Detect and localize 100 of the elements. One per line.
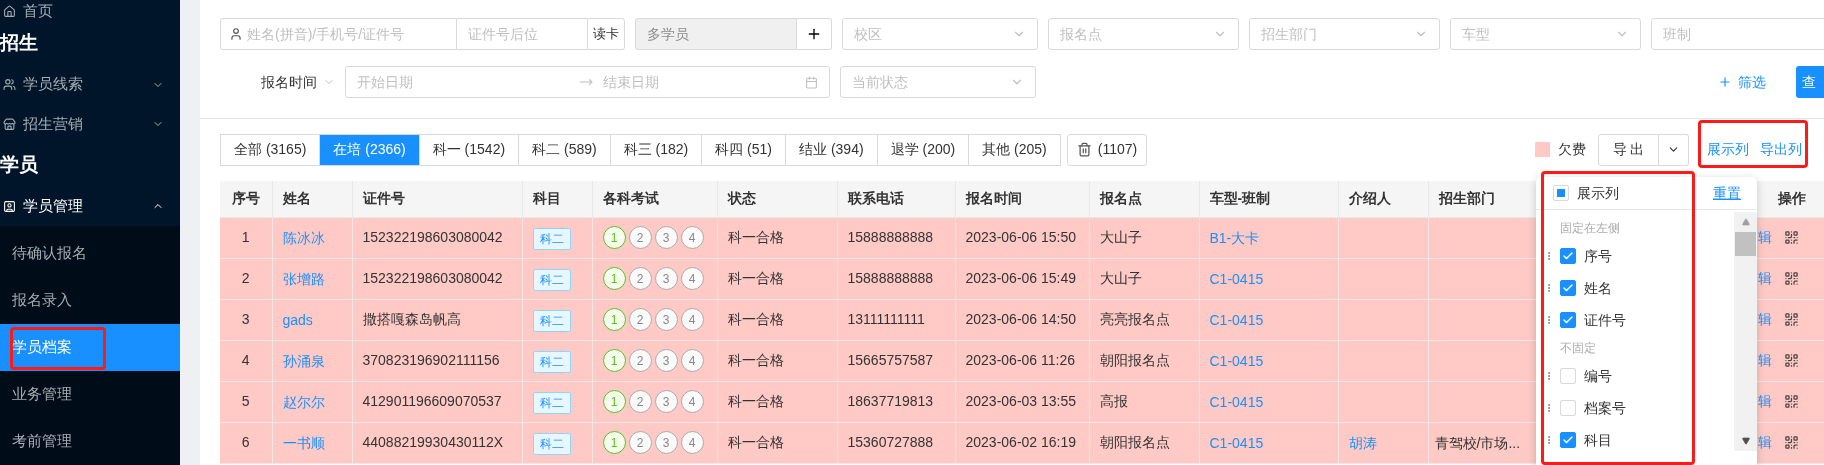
subject-tag: 科二 (532, 432, 571, 455)
table-cell: 6 (220, 422, 272, 463)
status-tab[interactable]: 科四 (51) (701, 133, 787, 166)
column-settings-link[interactable]: 展示列 (1707, 139, 1749, 160)
qr-code-icon[interactable] (1783, 271, 1799, 286)
id-suffix-field[interactable]: 证件号后位 (457, 18, 587, 50)
column-option-label: 序号 (1584, 246, 1612, 266)
query-button[interactable]: 查 (1796, 66, 1824, 98)
select-field[interactable]: 班制 (1651, 18, 1824, 50)
table-cell: 2023-06-06 14:50 (955, 299, 1089, 340)
trash-tab[interactable]: (1107) (1066, 133, 1148, 166)
edit-link[interactable]: 辑 (1757, 350, 1772, 371)
column-header: 状态 (717, 181, 837, 217)
sidebar-menu-item[interactable]: 首页 (0, 0, 180, 23)
status-tab[interactable]: 全部 (3165) (220, 133, 321, 166)
sidebar-submenu-item[interactable]: 报名录入 (0, 277, 180, 324)
status-tab[interactable]: 其他 (205) (968, 133, 1061, 166)
edit-link[interactable]: 辑 (1757, 309, 1772, 330)
select-all-checkbox[interactable] (1553, 185, 1569, 201)
table-cell: 2023-06-06 15:50 (955, 217, 1089, 258)
export-button[interactable]: 导 出 (1598, 133, 1659, 166)
scrollbar[interactable] (1734, 212, 1757, 451)
sidebar-submenu-item[interactable]: 待确认报名 (0, 230, 180, 277)
check-icon (1562, 250, 1574, 262)
table-cell: 2023-06-03 13:55 (955, 381, 1089, 422)
checkbox[interactable] (1560, 248, 1576, 264)
table-cell: 2023-06-06 11:26 (955, 340, 1089, 381)
scroll-down-icon[interactable] (1740, 437, 1751, 445)
class-link[interactable]: C1-0415 (1209, 434, 1264, 451)
name-search-field[interactable]: 姓名(拼音)/手机号/证件号 (220, 18, 457, 50)
sidebar-submenu-item[interactable]: 考前管理 (0, 418, 180, 465)
qr-code-icon[interactable] (1783, 230, 1799, 245)
edit-link[interactable]: 辑 (1757, 227, 1772, 248)
qr-code-icon[interactable] (1783, 435, 1799, 450)
class-link[interactable]: C1-0415 (1209, 393, 1264, 410)
status-tab[interactable]: 科三 (182) (609, 133, 703, 166)
edit-link[interactable]: 辑 (1757, 391, 1772, 412)
student-name-link[interactable]: 陈冰冰 (282, 229, 325, 246)
plus-icon (1718, 75, 1732, 89)
edit-link[interactable]: 辑 (1757, 268, 1772, 289)
table-cell: 370823196902111156 (352, 340, 522, 381)
status-tab[interactable]: 结业 (394) (785, 133, 878, 166)
status-tab[interactable]: 科一 (1542) (418, 133, 520, 166)
class-link[interactable]: B1-大卡 (1209, 229, 1260, 246)
sidebar-menu-item[interactable]: 招生营销 (0, 104, 180, 145)
column-header: 报名点 (1089, 181, 1199, 217)
checkbox[interactable] (1560, 280, 1576, 296)
select-field[interactable]: 当前状态 (840, 66, 1036, 98)
sidebar-submenu-item[interactable]: 业务管理 (0, 371, 180, 418)
checkbox[interactable] (1560, 312, 1576, 328)
table-cell: 18637719813 (837, 381, 955, 422)
column-header: 姓名 (272, 181, 352, 217)
column-header: 各科考试 (592, 181, 717, 217)
status-tab[interactable]: 在培 (2366) (319, 133, 420, 166)
table-cell: 4 (220, 340, 272, 381)
table-cell: 15360727888 (837, 422, 955, 463)
status-tab[interactable]: 退学 (200) (876, 133, 970, 166)
read-card-button[interactable]: 读卡 (587, 18, 625, 50)
scroll-thumb[interactable] (1735, 232, 1756, 256)
sidebar-menu-item[interactable]: 学员管理 (0, 186, 180, 226)
add-button[interactable] (797, 18, 832, 50)
class-link[interactable]: C1-0415 (1209, 311, 1264, 328)
legend-swatch (1535, 142, 1550, 157)
scroll-up-icon[interactable] (1740, 218, 1751, 226)
student-name-link[interactable]: 孙涌泉 (282, 352, 325, 369)
table-cell: 2023-06-02 16:19 (955, 422, 1089, 463)
column-header: 序号 (220, 181, 272, 217)
column-option-label: 编号 (1584, 366, 1612, 386)
student-name-link[interactable]: 赵尔尔 (282, 393, 325, 410)
table-cell: 科一合格 (717, 258, 837, 299)
select-field[interactable]: 车型 (1450, 18, 1641, 50)
table-cell: 2 (220, 258, 272, 299)
class-link[interactable]: C1-0415 (1209, 352, 1264, 369)
reset-link[interactable]: 重置 (1713, 182, 1741, 204)
table-cell: 152322198603080042 (352, 217, 522, 258)
select-field[interactable]: 招生部门 (1249, 18, 1440, 50)
table-cell: 亮亮报名点 (1089, 299, 1199, 340)
table-cell: 青驾校/市场... (1434, 434, 1521, 451)
date-range-field[interactable]: 开始日期 结束日期 (345, 66, 830, 98)
qr-code-icon[interactable] (1783, 394, 1799, 409)
column-settings-link[interactable]: 导出列 (1760, 139, 1802, 160)
sidebar-menu-item[interactable]: 学员线索 (0, 64, 180, 105)
student-name-link[interactable]: 张增路 (282, 270, 325, 287)
student-name-link[interactable]: 一书顺 (282, 434, 325, 451)
menu-icon (3, 78, 16, 91)
date-type-dropdown[interactable]: 报名时间 (220, 66, 335, 98)
select-field[interactable]: 校区 (842, 18, 1038, 50)
student-name-link[interactable]: gads (282, 311, 313, 328)
qr-code-icon[interactable] (1783, 312, 1799, 327)
qr-code-icon[interactable] (1783, 353, 1799, 368)
table-cell: 大山子 (1089, 258, 1199, 299)
referrer-link[interactable]: 胡涛 (1348, 434, 1377, 451)
filter-link[interactable]: 筛选 (1718, 71, 1766, 93)
checkbox[interactable] (1560, 432, 1576, 448)
select-field[interactable]: 报名点 (1048, 18, 1239, 50)
class-link[interactable]: C1-0415 (1209, 270, 1264, 287)
status-tab[interactable]: 科二 (589) (518, 133, 611, 166)
sidebar-section-title: 学员 (0, 152, 38, 177)
edit-link[interactable]: 辑 (1757, 432, 1772, 453)
check-icon (1562, 282, 1574, 294)
